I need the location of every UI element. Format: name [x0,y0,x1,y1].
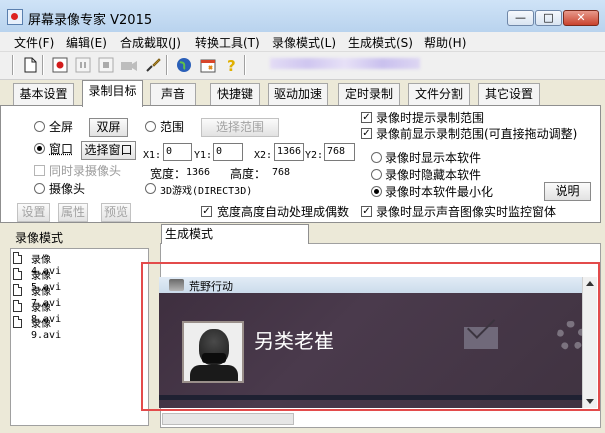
title-bar[interactable]: 屏幕录像专家 V2015 — □ ✕ [0,0,605,32]
tab-timer[interactable]: 定时录制 [338,83,400,105]
label-also-camera: 同时录摄像头 [49,164,122,178]
file-icon [13,316,22,328]
tab-other[interactable]: 其它设置 [478,83,540,105]
select-window-button[interactable]: 选择窗口 [81,141,136,160]
blurred-area [270,58,420,69]
capture-range-outline [141,262,600,411]
label-show-range: 录像前显示录制范围(可直接拖动调整) [376,127,578,141]
checkbox-prompt-range[interactable]: ✓ [361,112,372,123]
label-range: 范围 [160,120,185,134]
new-file-icon[interactable] [21,56,39,74]
record-icon[interactable] [51,56,69,74]
gen-mode-tab[interactable]: 生成模式 [161,224,309,244]
properties-button[interactable]: 属性 [58,203,88,222]
checkbox-auto-even[interactable]: ✓ [201,206,212,217]
help-icon[interactable]: ? [222,56,240,75]
app-window: 屏幕录像专家 V2015 — □ ✕ 文件(F) 编辑(E) 合成截取(J) 转… [0,0,605,433]
toolbar-separator [12,55,14,75]
file-icon [13,268,22,280]
label-minimize-soft: 录像时本软件最小化 [385,185,494,199]
label-3d-game: 3D游戏(DIRECT3D) [160,186,253,197]
preview-button[interactable]: 预览 [101,203,131,222]
tab-driver[interactable]: 驱动加速 [268,83,328,105]
radio-3d-game[interactable] [145,183,156,194]
label-camera: 摄像头 [49,182,86,196]
tab-record-target[interactable]: 录制目标 [82,80,143,107]
radio-fullscreen[interactable] [34,121,45,132]
label-y1: Y1: [194,150,213,161]
file-icon [13,252,22,264]
minimize-button[interactable]: — [507,10,534,26]
pause-icon[interactable] [74,56,92,74]
label-prompt-range: 录像时提示录制范围 [376,111,485,125]
window-title: 屏幕录像专家 V2015 [28,13,153,28]
x1-field[interactable]: 0 [163,143,192,161]
svg-text:?: ? [227,57,236,74]
menu-help[interactable]: 帮助(H) [424,34,466,51]
menu-record-mode[interactable]: 录像模式(L) [272,34,336,51]
maximize-button[interactable]: □ [535,10,562,26]
tab-sound[interactable]: 声音 [150,83,196,105]
file-icon [13,284,22,296]
dual-screen-button[interactable]: 双屏 [89,118,128,137]
toolbar-separator [42,55,44,75]
globe-icon[interactable] [175,56,193,74]
menu-convert[interactable]: 转换工具(T) [195,34,260,51]
label-window: 窗口 [49,142,74,156]
radio-minimize-soft[interactable] [371,186,382,197]
radio-camera[interactable] [34,183,45,194]
checkbox-show-monitor[interactable]: ✓ [361,206,372,217]
label-show-soft: 录像时显示本软件 [385,151,482,165]
label-fullscreen: 全屏 [49,120,74,134]
calendar-icon[interactable] [199,56,217,74]
label-y2: Y2: [305,150,324,161]
tab-file-split[interactable]: 文件分割 [408,83,470,105]
menu-bar: 文件(F) 编辑(E) 合成截取(J) 转换工具(T) 录像模式(L) 生成模式… [0,32,605,51]
tab-bar: 基本设置 录制目标 声音 快捷键 驱动加速 定时录制 文件分割 其它设置 [0,80,605,107]
label-x2: X2: [254,150,273,161]
radio-window[interactable] [34,143,45,154]
file-icon [13,300,22,312]
select-range-button[interactable]: 选择范围 [201,118,279,137]
checkbox-also-camera[interactable] [34,165,45,176]
label-width: 宽度： [150,167,187,181]
radio-show-soft[interactable] [371,152,382,163]
settings-button[interactable]: 设置 [17,203,50,222]
label-auto-even: 宽度高度自动处理成偶数 [217,205,350,219]
height-value: 768 [272,167,291,178]
scroll-thumb[interactable] [162,413,294,425]
radio-range[interactable] [145,121,156,132]
menu-edit[interactable]: 编辑(E) [66,34,107,51]
y2-field[interactable]: 768 [324,143,355,161]
toolbar-separator [244,55,246,75]
label-x1: X1: [143,150,162,161]
label-height: 高度： [230,167,267,181]
tab-basic[interactable]: 基本设置 [13,83,74,105]
close-button[interactable]: ✕ [563,10,599,26]
tab-hotkeys[interactable]: 快捷键 [210,83,260,105]
camera-icon[interactable] [120,56,138,74]
label-show-monitor: 录像时显示声音图像实时监控窗体 [376,205,557,219]
y1-field[interactable]: 0 [213,143,243,161]
menu-file[interactable]: 文件(F) [14,34,54,51]
radio-hide-soft[interactable] [371,169,382,180]
file-list: 录像4.avi 录像5.avi 录像7.avi 录像8.avi 录像9.avi [10,248,149,426]
checkbox-show-range[interactable]: ✓ [361,128,372,139]
app-icon [7,9,23,25]
preview-horizontal-scrollbar[interactable] [150,412,590,426]
explain-button[interactable]: 说明 [544,182,591,201]
width-value: 1366 [186,167,211,178]
brush-icon[interactable] [144,56,162,74]
record-mode-label: 录像模式 [15,231,64,245]
x2-field[interactable]: 1366 [274,143,304,161]
label-hide-soft: 录像时隐藏本软件 [385,168,482,182]
menu-compose[interactable]: 合成截取(J) [120,34,181,51]
toolbar-separator [166,55,168,75]
stop-icon[interactable] [97,56,115,74]
menu-generate-mode[interactable]: 生成模式(S) [348,34,413,51]
